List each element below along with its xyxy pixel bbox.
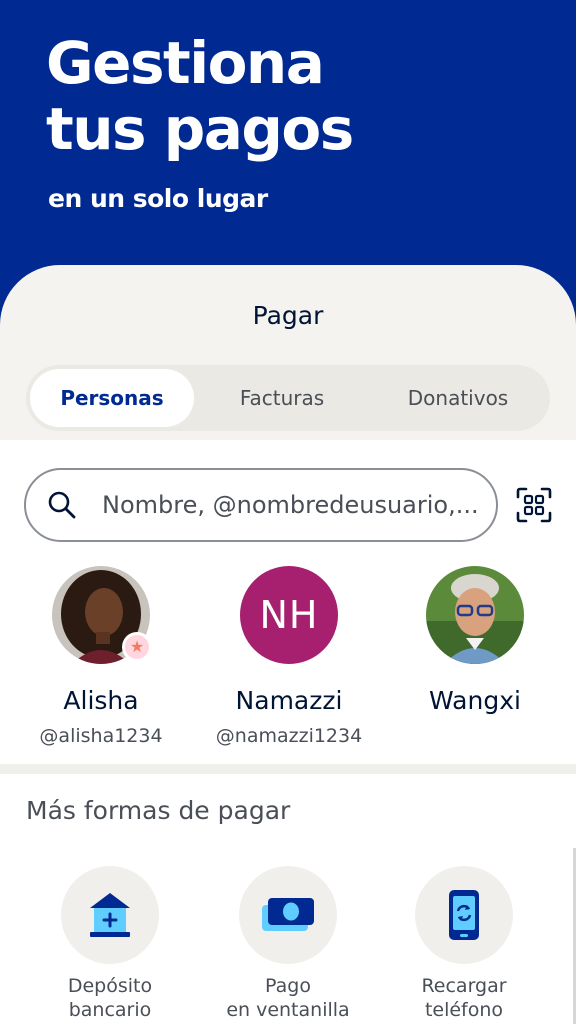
favorite-badge: ★ — [122, 632, 152, 662]
bank-deposit-button[interactable]: Depósito bancario — [20, 866, 200, 1022]
avatar-photo-wangxi — [426, 566, 524, 664]
way-icon-circle — [61, 866, 159, 964]
qr-scan-icon[interactable] — [516, 487, 552, 523]
contact-name: Alisha — [63, 686, 139, 715]
avatar-initials: NH — [240, 566, 338, 664]
search-row: Nombre, @nombredeusuario,... — [24, 468, 552, 542]
way-label-line2: en ventanilla — [226, 999, 350, 1021]
contact-name: Wangxi — [429, 686, 521, 715]
contact-namazzi[interactable]: NH Namazzi @namazzi1234 — [194, 566, 384, 747]
bank-icon — [90, 893, 130, 937]
hero-title: Gestiona tus pagos — [46, 29, 354, 163]
sheet-title: Pagar — [252, 301, 324, 330]
contact-name: Namazzi — [235, 686, 343, 715]
avatar: ★ — [52, 566, 152, 664]
contact-alisha[interactable]: ★ Alisha @alisha1234 — [6, 566, 196, 747]
tab-facturas[interactable]: Facturas — [194, 369, 370, 427]
phone-reload-icon — [449, 890, 479, 940]
search-input[interactable]: Nombre, @nombredeusuario,... — [24, 468, 498, 542]
way-label: Recargar teléfono — [374, 974, 554, 1022]
section-divider — [0, 764, 576, 774]
contact-handle: @alisha1234 — [39, 725, 163, 747]
pay-sheet: Pagar Personas Facturas Donativos — [0, 265, 576, 440]
way-label-line1: Recargar — [421, 975, 507, 997]
tab-donativos[interactable]: Donativos — [370, 369, 546, 427]
phone-reload-button[interactable]: Recargar teléfono — [374, 866, 554, 1022]
star-icon: ★ — [125, 635, 149, 659]
cash-payment-button[interactable]: Pago en ventanilla — [198, 866, 378, 1022]
contact-wangxi[interactable]: Wangxi — [380, 566, 570, 715]
avatar — [426, 566, 524, 664]
hero-title-line2: tus pagos — [46, 95, 354, 163]
way-label-line2: teléfono — [424, 999, 504, 1021]
pay-type-tabs: Personas Facturas Donativos — [26, 365, 550, 431]
hero-title-line1: Gestiona — [46, 29, 325, 97]
search-placeholder: Nombre, @nombredeusuario,... — [102, 491, 479, 519]
way-label-line1: Pago — [265, 975, 311, 997]
cash-icon — [262, 898, 314, 931]
way-label-line1: Depósito — [67, 975, 153, 997]
search-icon — [48, 491, 76, 519]
way-label: Depósito bancario — [20, 974, 200, 1022]
more-ways-list: Depósito bancario Pago en ventanilla Rec… — [0, 866, 576, 1024]
contact-handle: @namazzi1234 — [215, 725, 363, 747]
way-label: Pago en ventanilla — [198, 974, 378, 1022]
way-icon-circle — [239, 866, 337, 964]
hero-subtitle: en un solo lugar — [48, 184, 268, 213]
recent-contacts: ★ Alisha @alisha1234 NH Namazzi @namazzi… — [0, 566, 576, 756]
more-ways-title: Más formas de pagar — [26, 796, 291, 825]
tab-personas[interactable]: Personas — [30, 369, 194, 427]
way-label-line2: bancario — [68, 999, 152, 1021]
way-icon-circle — [415, 866, 513, 964]
